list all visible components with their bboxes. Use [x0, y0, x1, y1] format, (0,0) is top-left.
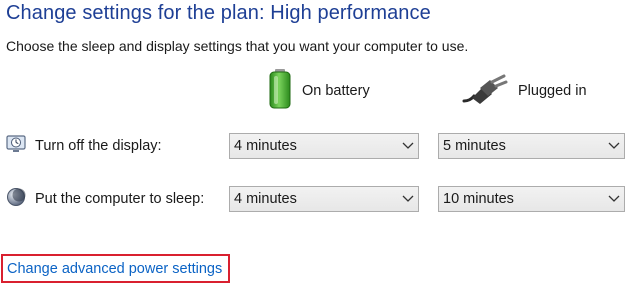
page-title: Change settings for the plan: High perfo…: [6, 2, 431, 24]
select-value: 4 minutes: [234, 138, 297, 154]
chevron-down-icon: [604, 187, 624, 211]
advanced-power-settings-link[interactable]: Change advanced power settings: [7, 261, 222, 277]
sleep-plugged-in-select[interactable]: 10 minutes: [438, 186, 625, 212]
power-plug-icon: [462, 74, 508, 108]
column-header-plugged-in: Plugged in: [462, 70, 587, 112]
page-subtitle: Choose the sleep and display settings th…: [6, 38, 469, 54]
sleep-on-battery-select[interactable]: 4 minutes: [229, 186, 419, 212]
chevron-down-icon: [398, 187, 418, 211]
select-value: 10 minutes: [443, 191, 514, 207]
battery-icon: [268, 68, 292, 114]
display-plugged-in-select[interactable]: 5 minutes: [438, 133, 625, 159]
column-label-plugged-in: Plugged in: [518, 83, 587, 99]
select-value: 5 minutes: [443, 138, 506, 154]
chevron-down-icon: [398, 134, 418, 158]
select-value: 4 minutes: [234, 191, 297, 207]
display-monitor-icon: [6, 134, 26, 158]
setting-row-sleep: Put the computer to sleep:: [6, 186, 204, 212]
sleep-moon-icon: [6, 187, 26, 211]
column-label-on-battery: On battery: [302, 83, 370, 99]
setting-label-display: Turn off the display:: [35, 138, 162, 154]
setting-label-sleep: Put the computer to sleep:: [35, 191, 205, 207]
setting-row-display: Turn off the display:: [6, 133, 162, 159]
column-header-on-battery: On battery: [268, 68, 370, 114]
highlight-box: Change advanced power settings: [1, 254, 230, 283]
chevron-down-icon: [604, 134, 624, 158]
display-on-battery-select[interactable]: 4 minutes: [229, 133, 419, 159]
